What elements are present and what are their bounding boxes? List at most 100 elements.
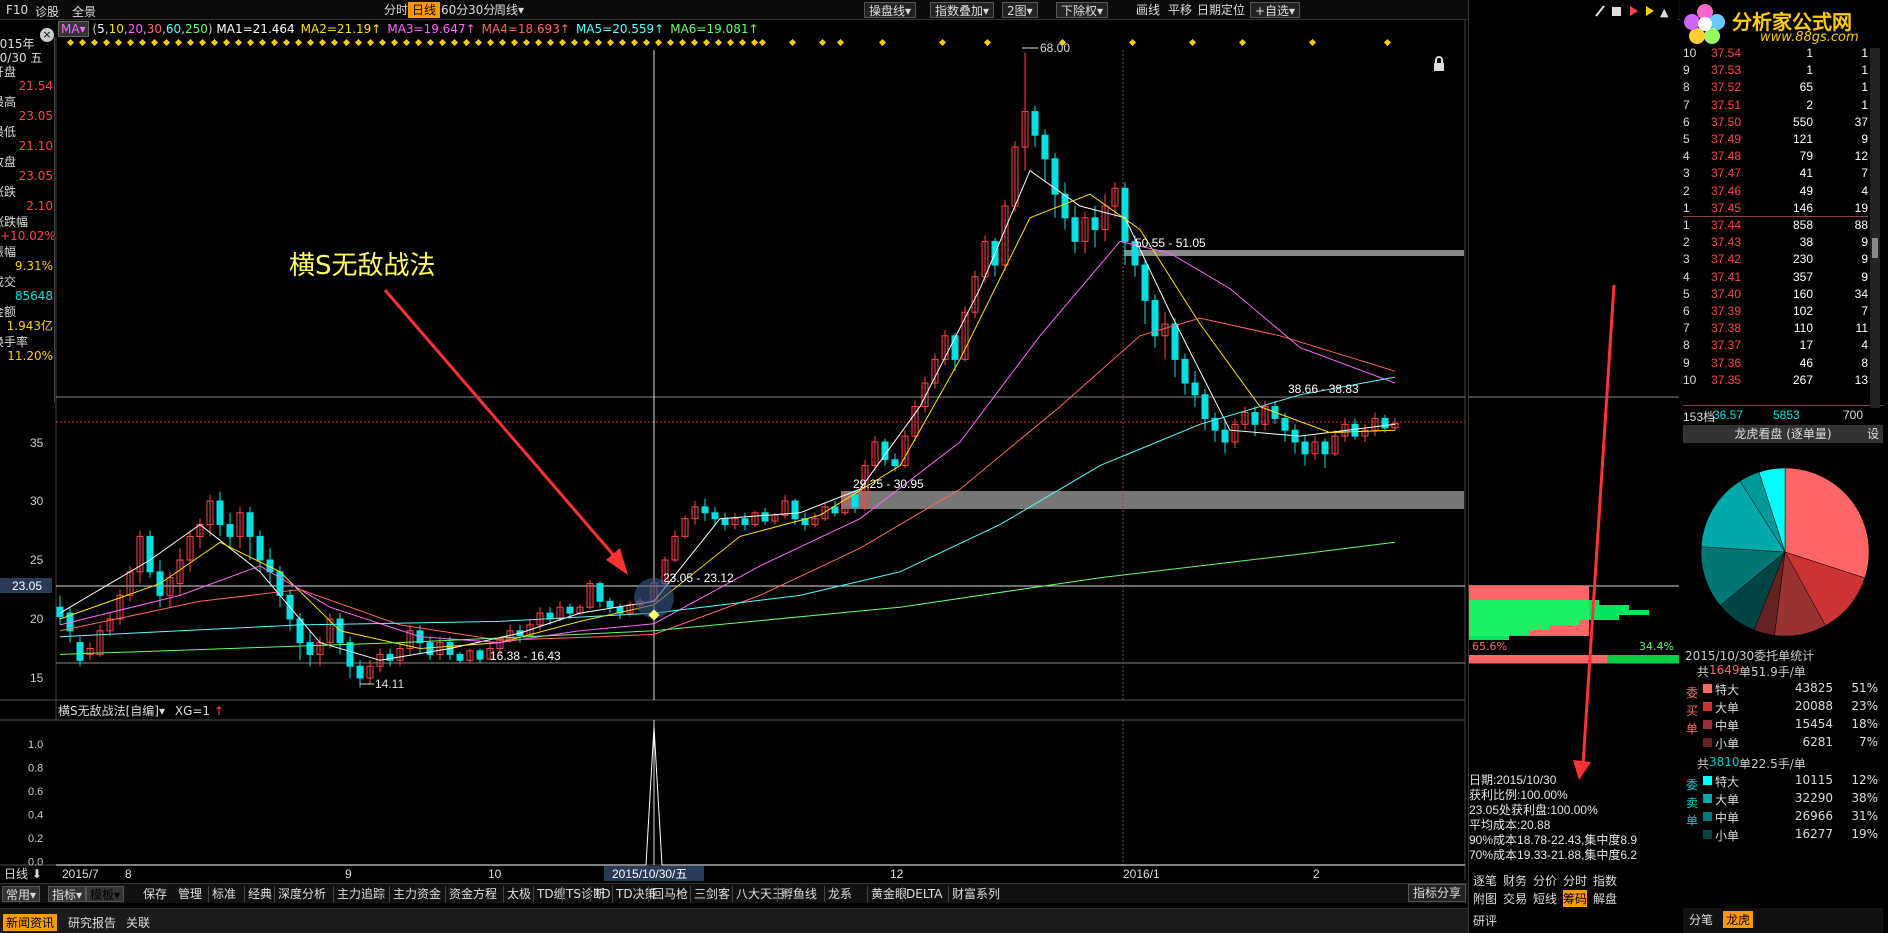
buy-level[interactable]: 7 37.38 110 11 [1683, 319, 1883, 336]
cursor-date-text: 2015/10/30/五 [612, 867, 687, 881]
level-price: 37.37 [1711, 338, 1742, 353]
level-price: 37.49 [1711, 132, 1742, 146]
order-pie-chart [1700, 467, 1870, 637]
indicator-axis-label: 1.0 [28, 739, 43, 751]
bottom-tab-20[interactable]: 龙系 [824, 886, 855, 902]
chip-tab-2[interactable]: 分价 [1533, 872, 1557, 889]
level-volume: 357 [1792, 269, 1813, 284]
status-tab-2[interactable]: 关联 [123, 914, 153, 931]
chip-tab-row2-3[interactable]: 筹码 [1563, 890, 1588, 907]
kline-chart[interactable]: 35 30 25 20 15 23.05 68.00 14.11 50.55 - 51.05 38… [0, 0, 1468, 890]
level-price: 37.43 [1711, 235, 1742, 250]
signal-diamond [390, 38, 399, 47]
candle-body [476, 650, 484, 660]
indicator-share-button[interactable]: 指标分享 [1408, 884, 1467, 902]
signal-diamond [318, 38, 327, 47]
annotation-arrow [383, 289, 624, 566]
sell-level[interactable]: 4 37.48 79 12 [1683, 147, 1883, 164]
level-volume: 2 [1806, 97, 1813, 112]
chip-distribution-panel: 65.6% 34.4% 日期:2015/10/30 获利比例:100.00% 2… [1468, 0, 1679, 933]
level-no: 9 [1683, 63, 1690, 78]
bottom-tab-23[interactable]: 财富系列 [948, 886, 1003, 902]
sell-level[interactable]: 2 37.46 49 4 [1683, 182, 1883, 199]
chip-tab-3[interactable]: 分时 [1563, 872, 1587, 889]
bottom-tab-2[interactable]: 模板▾ [86, 886, 125, 902]
bottom-tab-10[interactable]: 资金方程 [445, 886, 500, 902]
signal-diamond [438, 38, 447, 47]
buy-level[interactable]: 6 37.39 102 7 [1683, 302, 1883, 319]
bottom-tab-19[interactable]: 孵鱼线 [777, 886, 820, 902]
chip-bar [1469, 615, 1619, 620]
candle-body [356, 665, 364, 679]
bottom-tab-6[interactable]: 经典 [244, 886, 275, 902]
candle-body [1251, 412, 1259, 425]
status-tab-1[interactable]: 研究报告 [65, 914, 119, 931]
chip-ratio-red [1469, 655, 1607, 663]
buy-level[interactable]: 1 37.44 858 88 [1683, 216, 1883, 233]
bottom-tab-0[interactable]: 常用▾ [2, 886, 41, 902]
chip-bar [1469, 600, 1599, 605]
bottom-tab-1[interactable]: 指标▾ [48, 886, 87, 902]
band-label-5: 16.38 - 16.43 [490, 649, 561, 663]
header-count: 1649 [1709, 663, 1740, 677]
indicator-selector[interactable]: 横S无敌战法[自编]▾ [58, 704, 165, 718]
date-axis-label: 9 [345, 867, 352, 881]
buy-level[interactable]: 4 37.41 357 9 [1683, 268, 1883, 285]
candle-body [1201, 394, 1209, 419]
dragon-stats: 共 1649 单51.9手/单委买单特大 43825 51% 大单 20088 23% 中单 15… [1683, 662, 1883, 882]
sell-level[interactable]: 8 37.52 65 1 [1683, 78, 1883, 95]
bottom-tab-14[interactable]: TD [590, 886, 614, 902]
bottom-tab-16[interactable]: 回马枪 [648, 886, 691, 902]
strategy-title-annotation: 横S无敌战法 [289, 251, 436, 281]
signal-diamond [570, 38, 579, 47]
bottom-tab-17[interactable]: 三剑客 [690, 886, 733, 902]
candle-body [851, 494, 859, 508]
sell-level[interactable]: 3 37.47 41 7 [1683, 164, 1883, 181]
orderbook-scrollbar[interactable] [1870, 48, 1880, 408]
buy-level[interactable]: 10 37.35 267 13 [1683, 371, 1883, 388]
chip-tab-1[interactable]: 财务 [1503, 872, 1527, 889]
level-no: 1 [1683, 218, 1690, 232]
chip-tab-row2-2[interactable]: 短线 [1533, 890, 1557, 907]
level-count: 1 [1861, 97, 1868, 112]
chip-tab-row2-4[interactable]: 解盘 [1593, 890, 1617, 907]
chip-tab-row2-1[interactable]: 交易 [1503, 890, 1527, 907]
sell-level[interactable]: 7 37.51 2 1 [1683, 96, 1883, 113]
draw-tools-icons[interactable]: ▲ [1592, 4, 1672, 19]
legend-swatch [1703, 776, 1712, 785]
sell-level[interactable]: 10 37.54 1 1 [1683, 44, 1883, 61]
sell-level[interactable]: 6 37.50 550 37 [1683, 113, 1883, 130]
bottom-tab-8[interactable]: 主力追踪 [333, 886, 388, 902]
sell-level[interactable]: 5 37.49 121 9 [1683, 130, 1883, 147]
tab-ticks[interactable]: 分笔 [1686, 911, 1716, 928]
resistance-band [1124, 250, 1464, 256]
level-count: 1 [1861, 46, 1868, 60]
bottom-tab-5[interactable]: 标准 [208, 886, 239, 902]
sell-level[interactable]: 1 37.45 146 19 [1683, 199, 1883, 216]
bottom-tab-3[interactable]: 保存 [140, 886, 170, 902]
chip-tab-0[interactable]: 逐笔 [1473, 872, 1497, 889]
band-label-3: 29.25 - 30.95 [853, 477, 924, 491]
bottom-tab-22[interactable]: DELTA [902, 886, 945, 902]
candle-body [306, 642, 314, 655]
buy-level[interactable]: 3 37.42 230 9 [1683, 250, 1883, 267]
status-tab-0[interactable]: 新闻资讯 [3, 914, 58, 931]
buy-level[interactable]: 5 37.40 160 34 [1683, 285, 1883, 302]
buy-level[interactable]: 9 37.36 46 8 [1683, 354, 1883, 371]
chip-tab-4[interactable]: 指数 [1593, 872, 1617, 889]
chip-tab-row2-0[interactable]: 附图 [1473, 890, 1497, 907]
candle-body [891, 459, 899, 467]
dragon-settings-button[interactable]: 设 [1867, 425, 1879, 443]
bottom-tab-7[interactable]: 深度分析 [274, 886, 329, 902]
sell-level[interactable]: 9 37.53 1 1 [1683, 61, 1883, 78]
lock-icon[interactable] [1432, 56, 1446, 72]
buy-level[interactable]: 8 37.37 17 4 [1683, 336, 1883, 353]
candle-body [1091, 217, 1099, 231]
bottom-tab-9[interactable]: 主力资金 [389, 886, 444, 902]
buy-level[interactable]: 2 37.43 38 9 [1683, 233, 1883, 250]
tab-dragon[interactable]: 龙虎 [1723, 911, 1754, 928]
row-pct: 7% [1858, 735, 1878, 749]
bottom-tab-11[interactable]: 太极 [503, 886, 534, 902]
tab-research[interactable]: 研评 [1473, 912, 1497, 929]
bottom-tab-4[interactable]: 管理 [175, 886, 205, 902]
